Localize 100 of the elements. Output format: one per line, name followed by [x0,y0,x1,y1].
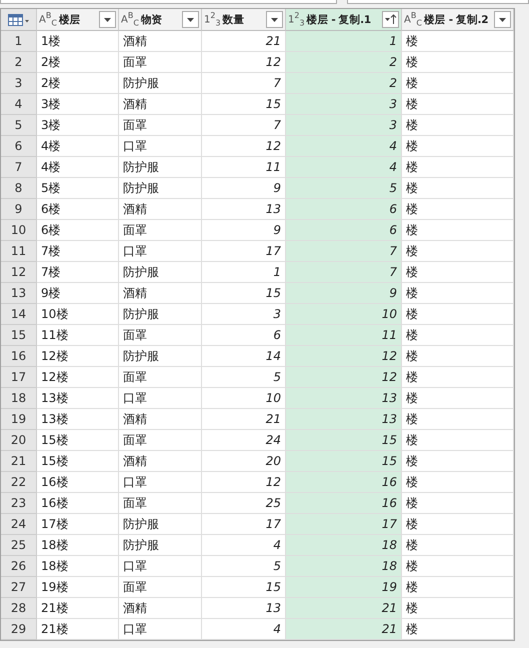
table-cell: 21 [286,598,402,619]
table-cell: 12 [286,346,402,367]
row-number: 19 [1,409,37,430]
row-number: 15 [1,325,37,346]
table-cell: 13 [286,388,402,409]
row-number: 3 [1,73,37,94]
column-header[interactable]: A$^{B}$$_{C}$ 楼层 [37,9,119,31]
row-number: 11 [1,241,37,262]
table-cell: 11楼 [37,325,119,346]
table-cell: 面罩 [119,493,202,514]
column-header[interactable]: A$^{B}$$_{C}$ 物资 [119,9,202,31]
table-cell: 7 [286,262,402,283]
column-header[interactable]: 1$^{2}$$_{3}$ 楼层 - 复制.1 [286,9,402,31]
row-number: 13 [1,283,37,304]
table-cell: 6楼 [37,199,119,220]
row-number: 22 [1,472,37,493]
table-cell: 6 [286,199,402,220]
table-cell: 15楼 [37,451,119,472]
table-cell: 楼 [402,199,514,220]
table-cell: 10 [286,304,402,325]
table-cell: 楼 [402,619,514,640]
table-cell: 防护服 [119,157,202,178]
table-cell: 楼 [402,157,514,178]
table-cell: 15 [286,451,402,472]
column-name: 楼层 [58,12,82,26]
table-cell: 15 [286,430,402,451]
column-header[interactable]: A$^{B}$$_{C}$ 楼层 - 复制.2 [402,9,514,31]
table-cell: 3楼 [37,94,119,115]
table-cell: 21楼 [37,619,119,640]
table-cell: 防护服 [119,535,202,556]
row-number: 10 [1,220,37,241]
table-cell: 2 [286,73,402,94]
row-number: 12 [1,262,37,283]
table-cell: 口罩 [119,241,202,262]
row-number: 4 [1,94,37,115]
table-cell: 9楼 [37,283,119,304]
row-number: 28 [1,598,37,619]
table-cell: 1 [286,31,402,52]
table-cell: 7 [286,241,402,262]
table-cell: 12 [286,367,402,388]
table-cell: 13楼 [37,409,119,430]
table-cell: 楼 [402,472,514,493]
table-cell: 酒精 [119,199,202,220]
row-number: 16 [1,346,37,367]
table-cell: 口罩 [119,136,202,157]
table-cell: 楼 [402,304,514,325]
row-number: 5 [1,115,37,136]
table-cell: 13 [286,409,402,430]
table-cell: 11 [286,325,402,346]
table-cell: 楼 [402,94,514,115]
table-cell: 面罩 [119,220,202,241]
table-cell: 酒精 [119,598,202,619]
table-cell: 楼 [402,556,514,577]
table-cell: 4 [286,157,402,178]
table-cell: 楼 [402,577,514,598]
table-cell: 16楼 [37,472,119,493]
column-name: 物资 [140,12,164,26]
table-cell: 9 [286,283,402,304]
row-number: 21 [1,451,37,472]
table-cell: 18楼 [37,556,119,577]
table-cell: 19 [286,577,402,598]
table-cell: 楼 [402,535,514,556]
row-number: 18 [1,388,37,409]
column-name: 楼层 - 复制.2 [424,12,490,26]
table-cell: 面罩 [119,52,202,73]
table-cell: 5楼 [37,178,119,199]
table-cell: 4 [286,136,402,157]
table-cell: 15楼 [37,430,119,451]
table-cell: 2 [286,52,402,73]
table-cell: 防护服 [119,178,202,199]
table-cell: 楼 [402,346,514,367]
row-number: 2 [1,52,37,73]
table-cell: 楼 [402,115,514,136]
table-cell: 楼 [402,241,514,262]
table-cell: 5 [286,178,402,199]
table-cell: 楼 [402,367,514,388]
table-cell: 3 [286,115,402,136]
row-number: 6 [1,136,37,157]
table-cell: 防护服 [119,304,202,325]
row-number: 25 [1,535,37,556]
table-cell: 17楼 [37,514,119,535]
table-cell: 7楼 [37,262,119,283]
table-cell: 防护服 [119,346,202,367]
table-cell: 6 [286,220,402,241]
table-cell: 楼 [402,325,514,346]
table-cell: 楼 [402,178,514,199]
table-cell: 口罩 [119,619,202,640]
table-cell: 口罩 [119,388,202,409]
table-cell: 21楼 [37,598,119,619]
table-cell: 楼 [402,409,514,430]
table-cell: 楼 [402,283,514,304]
table-cell: 防护服 [119,514,202,535]
row-number: 8 [1,178,37,199]
row-number: 23 [1,493,37,514]
table-cell: 3楼 [37,115,119,136]
row-number: 27 [1,577,37,598]
table-cell: 12楼 [37,367,119,388]
table-cell: 酒精 [119,94,202,115]
table-cell: 7楼 [37,241,119,262]
column-header[interactable]: 1$^{2}$$_{3}$ 数量 [202,9,286,31]
